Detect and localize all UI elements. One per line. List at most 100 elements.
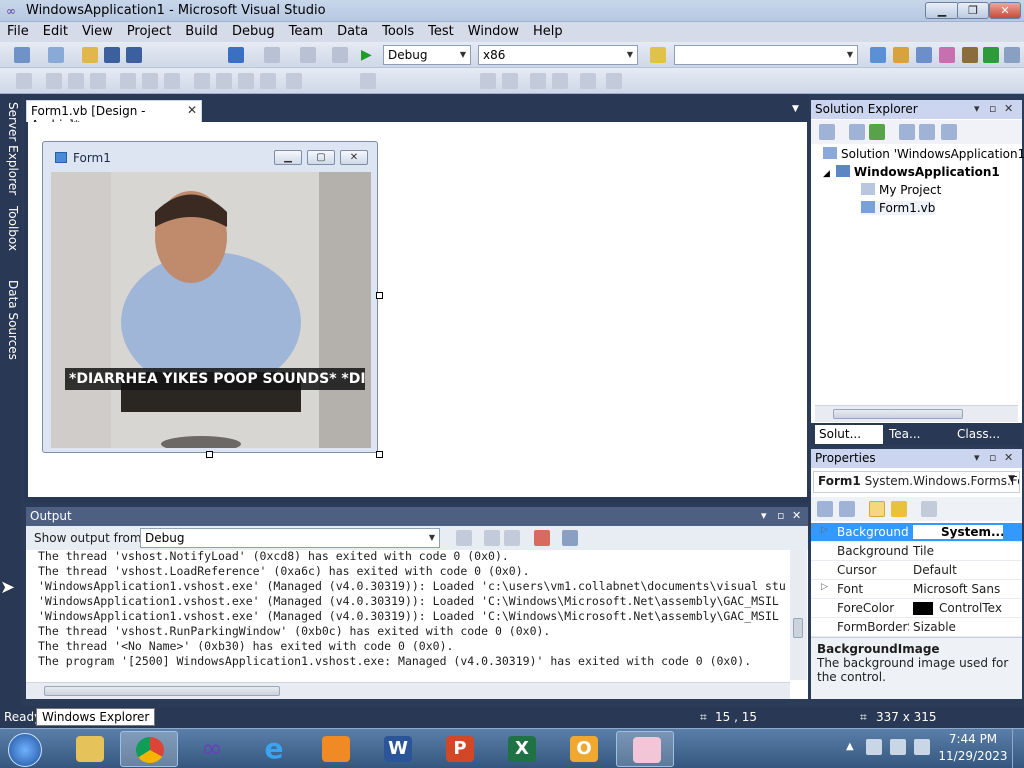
- property-row[interactable]: ▷ Font Microsoft Sans S: [811, 580, 1022, 599]
- property-value[interactable]: ControlTex: [939, 601, 1009, 615]
- tab-class-view[interactable]: Class...: [957, 427, 1000, 441]
- output-horizontal-scrollbar[interactable]: [26, 682, 790, 699]
- horizontal-spacing-icon[interactable]: [286, 73, 302, 89]
- solution-explorer-scrollbar[interactable]: [815, 405, 1018, 422]
- minimize-button[interactable]: ▁: [925, 2, 959, 19]
- navigate-forward-icon[interactable]: [332, 47, 348, 63]
- maximize-button[interactable]: ❐: [957, 2, 989, 19]
- taskbar-snipping-tool[interactable]: [616, 731, 674, 767]
- lock-controls-icon[interactable]: [606, 73, 622, 89]
- close-button[interactable]: ✕: [989, 2, 1021, 19]
- property-row[interactable]: BackgroundIm Tile: [811, 542, 1022, 561]
- taskbar-outlook[interactable]: O: [554, 731, 612, 767]
- taskbar-visual-studio[interactable]: ∞: [182, 731, 240, 767]
- refresh-icon[interactable]: [869, 124, 885, 140]
- expand-arrow-icon[interactable]: ◢: [823, 169, 830, 179]
- properties-icon[interactable]: [819, 124, 835, 140]
- alphabetical-icon[interactable]: [839, 501, 855, 517]
- categorized-icon[interactable]: [817, 501, 833, 517]
- menu-view[interactable]: View: [75, 22, 120, 39]
- volume-icon[interactable]: [914, 739, 930, 755]
- align-tops-icon[interactable]: [120, 73, 136, 89]
- server-explorer-tab[interactable]: Server Explorer: [2, 102, 20, 195]
- align-rights-icon[interactable]: [90, 73, 106, 89]
- view-designer-icon[interactable]: [919, 124, 935, 140]
- property-row[interactable]: ▷ BackgroundIm System....: [811, 523, 1022, 542]
- tab-team-explorer[interactable]: Tea...: [889, 427, 920, 441]
- taskbar-chrome[interactable]: [120, 731, 178, 767]
- pin-icon[interactable]: ▫: [989, 451, 996, 464]
- pane-dropdown-icon[interactable]: ▾: [974, 451, 980, 464]
- taskbar-media-player[interactable]: [306, 731, 364, 767]
- menu-tools[interactable]: Tools: [375, 22, 421, 39]
- align-centers-icon[interactable]: [68, 73, 84, 89]
- clock-time[interactable]: 7:44 PM: [938, 732, 1008, 746]
- send-to-back-icon[interactable]: [552, 73, 568, 89]
- tree-item-solution[interactable]: Solution 'WindowsApplication1': [823, 147, 1024, 161]
- navigate-backward-icon[interactable]: [300, 47, 316, 63]
- align-middles-icon[interactable]: [142, 73, 158, 89]
- solution-explorer-icon[interactable]: [870, 47, 886, 63]
- data-sources-tab[interactable]: Data Sources: [2, 280, 20, 360]
- resize-handle-bottom[interactable]: [206, 451, 213, 458]
- new-project-icon[interactable]: [14, 47, 30, 63]
- show-hidden-icons-icon[interactable]: ▲: [846, 741, 854, 752]
- resize-handle-right[interactable]: [376, 292, 383, 299]
- clear-all-icon[interactable]: [534, 530, 550, 546]
- object-browser-icon[interactable]: [916, 47, 932, 63]
- previous-message-icon[interactable]: [484, 530, 500, 546]
- extension-manager-icon[interactable]: [962, 47, 978, 63]
- show-all-files-icon[interactable]: [849, 124, 865, 140]
- center-horizontally-icon[interactable]: [480, 73, 496, 89]
- property-value[interactable]: Default: [913, 563, 1003, 577]
- pane-dropdown-icon[interactable]: ▾: [761, 509, 767, 522]
- center-vertically-icon[interactable]: [502, 73, 518, 89]
- save-icon[interactable]: [104, 47, 120, 63]
- output-source-select[interactable]: Debug ▼: [140, 528, 440, 548]
- clock-date[interactable]: 11/29/2023: [938, 749, 1008, 763]
- menu-test[interactable]: Test: [421, 22, 461, 39]
- find-message-icon[interactable]: [456, 530, 472, 546]
- taskbar-windows-explorer[interactable]: [60, 731, 118, 767]
- menu-edit[interactable]: Edit: [36, 22, 75, 39]
- menu-file[interactable]: File: [0, 22, 36, 39]
- menu-window[interactable]: Window: [461, 22, 526, 39]
- tab-solution-explorer[interactable]: Solut...: [815, 425, 883, 444]
- open-file-icon[interactable]: [82, 47, 98, 63]
- toolbox-icon[interactable]: [939, 47, 955, 63]
- scrollbar-thumb[interactable]: [833, 409, 963, 419]
- events-icon[interactable]: [891, 501, 907, 517]
- find-in-files-icon[interactable]: [650, 47, 666, 63]
- align-bottoms-icon[interactable]: [164, 73, 180, 89]
- menu-build[interactable]: Build: [178, 22, 225, 39]
- bring-to-front-icon[interactable]: [530, 73, 546, 89]
- property-pages-icon[interactable]: [921, 501, 937, 517]
- taskbar-powerpoint[interactable]: P: [430, 731, 488, 767]
- resize-handle-corner[interactable]: [376, 451, 383, 458]
- output-vertical-scrollbar[interactable]: [790, 550, 807, 680]
- output-text[interactable]: The thread 'vshost.NotifyLoad' (0xcd8) h…: [38, 549, 794, 669]
- find-combo[interactable]: ▼: [674, 45, 858, 65]
- tree-item-project[interactable]: ◢ WindowsApplication1: [823, 165, 1000, 179]
- taskbar-internet-explorer[interactable]: e: [244, 731, 302, 767]
- toolbox-tab[interactable]: Toolbox: [2, 206, 20, 251]
- pane-dropdown-icon[interactable]: ▾: [974, 102, 980, 115]
- action-center-icon[interactable]: [866, 739, 882, 755]
- undo-icon[interactable]: [228, 47, 244, 63]
- taskbar-excel[interactable]: X: [492, 731, 550, 767]
- property-value[interactable]: Microsoft Sans S: [913, 582, 1003, 596]
- show-desktop-button[interactable]: [1012, 729, 1024, 768]
- menu-help[interactable]: Help: [526, 22, 570, 39]
- tab-form1-design[interactable]: Form1.vb [Design - Arabic]* ✕: [26, 100, 202, 132]
- property-row[interactable]: Cursor Default: [811, 561, 1022, 580]
- menu-project[interactable]: Project: [120, 22, 178, 39]
- scrollbar-thumb[interactable]: [793, 618, 803, 638]
- tree-item-my-project[interactable]: My Project: [861, 183, 941, 197]
- close-tab-icon[interactable]: ✕: [187, 103, 197, 117]
- solution-platform-select[interactable]: x86 ▼: [478, 45, 638, 65]
- next-message-icon[interactable]: [504, 530, 520, 546]
- menu-data[interactable]: Data: [330, 22, 375, 39]
- redo-icon[interactable]: [264, 47, 280, 63]
- vertical-spacing-icon[interactable]: [360, 73, 376, 89]
- taskbar-word[interactable]: W: [368, 731, 426, 767]
